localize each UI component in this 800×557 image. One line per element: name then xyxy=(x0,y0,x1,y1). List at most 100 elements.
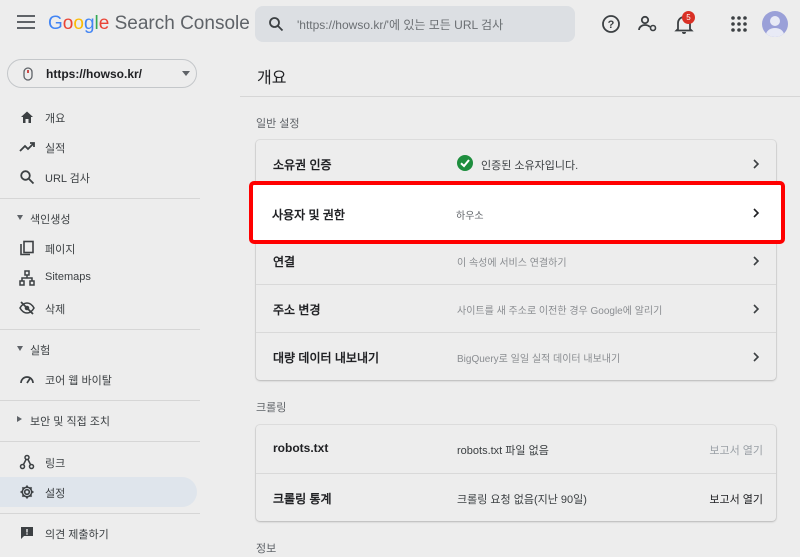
top-app-bar: Google Search Console 'https://howso.kr/… xyxy=(0,0,800,50)
row-value: robots.txt 파일 없음 xyxy=(457,445,549,457)
sidebar-section-label: 보안 및 직접 조치 xyxy=(30,416,111,428)
settings-row-bulk-data-export[interactable]: 대량 데이터 내보내기 BigQuery로 일일 실적 데이터 내보내기 xyxy=(256,332,776,380)
account-avatar-icon xyxy=(766,16,784,37)
trending-icon xyxy=(19,142,35,152)
logo-letter: G xyxy=(48,13,63,34)
hamburger-menu-icon[interactable] xyxy=(17,15,35,31)
sidebar-item-removals[interactable]: 삭제 xyxy=(0,293,197,323)
section-collapse-icon xyxy=(17,215,23,220)
chevron-right-icon xyxy=(753,304,760,314)
sidebar-item-label: 코어 웹 바이탈 xyxy=(45,375,112,387)
url-inspection-search-bar[interactable]: 'https://howso.kr/'에 있는 모든 URL 검사 xyxy=(255,6,575,42)
google-search-console-logo[interactable]: Google Search Console xyxy=(48,13,250,35)
sidebar-item-links[interactable]: 링크 xyxy=(0,447,197,477)
notification-count-badge: 5 xyxy=(682,11,695,24)
sidebar-divider xyxy=(0,441,200,442)
row-value: 사이트를 새 주소로 이전한 경우 Google에 알리기 xyxy=(457,306,663,317)
row-label: 연결 xyxy=(273,255,296,269)
sidebar-item-label: 의견 제출하기 xyxy=(45,529,109,541)
sidebar-item-overview[interactable]: 개요 xyxy=(0,102,197,132)
apps-grid-icon[interactable] xyxy=(727,12,751,36)
sidebar-item-url-inspection[interactable]: URL 검사 xyxy=(0,162,197,192)
crawling-row-crawl-stats[interactable]: 크롤링 통계 크롤링 요청 없음(지난 90일) 보고서 열기 xyxy=(256,473,776,521)
title-divider xyxy=(240,96,800,97)
logo-letter: o xyxy=(62,13,74,34)
sidebar-item-settings[interactable]: 설정 xyxy=(0,477,197,507)
sidebar-item-label: URL 검사 xyxy=(45,173,90,185)
row-value: 크롤링 요청 없음(지난 90일) xyxy=(457,494,587,506)
sidebar-section-security[interactable]: 보안 및 직접 조치 xyxy=(0,407,197,433)
chevron-right-icon xyxy=(753,256,760,266)
sidebar-item-label: 설정 xyxy=(45,488,66,500)
row-value: 이 속성에 서비스 연결하기 xyxy=(457,258,567,269)
sidebar-divider xyxy=(0,400,200,401)
home-icon xyxy=(21,111,33,123)
section-heading-info: 정보 xyxy=(256,543,277,555)
row-value: 하우소 xyxy=(456,211,484,222)
search-icon xyxy=(269,17,284,32)
section-expand-icon xyxy=(17,416,22,422)
sidebar-section-indexing[interactable]: 색인생성 xyxy=(0,205,197,231)
links-icon xyxy=(19,454,35,470)
property-name: https://howso.kr/ xyxy=(46,67,142,81)
property-icon xyxy=(23,67,33,81)
sidebar-item-label: 실적 xyxy=(45,143,66,155)
row-label: 사용자 및 권한 xyxy=(272,208,345,222)
sidebar-item-performance[interactable]: 실적 xyxy=(0,132,197,162)
crawling-card: robots.txt robots.txt 파일 없음 보고서 열기 크롤링 통… xyxy=(256,425,776,521)
removals-icon xyxy=(19,301,35,315)
sidebar-item-label: Sitemaps xyxy=(45,271,91,283)
svg-text:?: ? xyxy=(608,19,615,31)
sidebar-section-experiments[interactable]: 실험 xyxy=(0,336,197,362)
gear-icon xyxy=(20,485,34,499)
logo-product-name: Search Console xyxy=(114,13,250,34)
chevron-down-icon xyxy=(182,71,190,76)
open-report-link[interactable]: 보고서 열기 xyxy=(709,491,763,507)
sidebar-section-label: 색인생성 xyxy=(30,214,71,226)
general-settings-card: 소유권 인증 인증된 소유자입니다. 연결 이 속성에 서비스 연결하기 주소 … xyxy=(256,140,776,380)
sitemap-icon xyxy=(19,270,35,286)
search-icon xyxy=(20,170,35,185)
sidebar-item-label: 삭제 xyxy=(45,304,66,316)
section-collapse-icon xyxy=(17,346,23,351)
row-value: 인증된 소유자입니다. xyxy=(481,160,579,172)
sidebar-item-label: 페이지 xyxy=(45,244,76,256)
page-title: 개요 xyxy=(257,70,287,87)
crawling-row-robots-txt[interactable]: robots.txt robots.txt 파일 없음 보고서 열기 xyxy=(256,425,776,473)
sidebar-divider xyxy=(0,198,200,199)
section-heading-crawling: 크롤링 xyxy=(256,402,287,414)
sidebar-item-sitemaps[interactable]: Sitemaps xyxy=(0,263,197,293)
verified-check-icon xyxy=(457,155,473,171)
logo-letter: e xyxy=(98,13,110,34)
chevron-right-icon xyxy=(753,159,760,169)
chevron-right-icon xyxy=(753,208,760,218)
sidebar-divider xyxy=(0,329,200,330)
feedback-icon xyxy=(21,527,33,539)
row-label: 주소 변경 xyxy=(273,303,321,317)
chevron-right-icon xyxy=(753,352,760,362)
help-icon[interactable]: ? xyxy=(599,12,623,36)
manage-users-icon[interactable] xyxy=(636,12,660,36)
sidebar-section-label: 실험 xyxy=(30,345,51,357)
row-value: BigQuery로 일일 실적 데이터 내보내기 xyxy=(457,354,621,365)
property-selector[interactable]: https://howso.kr/ xyxy=(7,59,197,88)
sidebar-item-label: 개요 xyxy=(45,113,66,125)
search-placeholder: 'https://howso.kr/'에 있는 모든 URL 검사 xyxy=(297,18,504,32)
settings-row-change-of-address[interactable]: 주소 변경 사이트를 새 주소로 이전한 경우 Google에 알리기 xyxy=(256,284,776,332)
account-avatar[interactable] xyxy=(762,11,788,37)
sidebar-item-pages[interactable]: 페이지 xyxy=(0,233,197,263)
settings-row-users-permissions[interactable]: 사용자 및 권한 하우소 xyxy=(249,181,785,244)
sidebar-item-feedback[interactable]: 의견 제출하기 xyxy=(0,518,197,548)
row-label: 대량 데이터 내보내기 xyxy=(273,351,380,365)
sidebar-divider xyxy=(0,513,200,514)
sidebar-item-label: 링크 xyxy=(45,458,66,470)
row-label: 소유권 인증 xyxy=(273,158,332,172)
row-label: 크롤링 통계 xyxy=(273,492,332,506)
row-label: robots.txt xyxy=(273,441,329,455)
section-heading-general: 일반 설정 xyxy=(256,118,300,130)
logo-letter: o xyxy=(73,13,84,34)
sidebar-item-core-web-vitals[interactable]: 코어 웹 바이탈 xyxy=(0,364,197,394)
gauge-icon xyxy=(20,376,34,384)
open-report-link[interactable]: 보고서 열기 xyxy=(709,442,763,458)
logo-letter: g xyxy=(83,13,95,34)
